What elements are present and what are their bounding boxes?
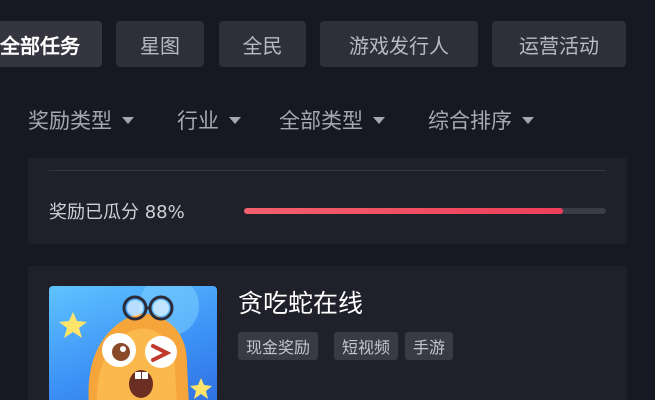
filter-sort[interactable]: 综合排序	[428, 104, 534, 136]
task-thumbnail[interactable]	[49, 286, 217, 400]
tab-star-map[interactable]: 星图	[116, 21, 204, 67]
reward-progress-fill	[244, 208, 563, 214]
tab-label: 星图	[140, 33, 180, 58]
tab-all-tasks[interactable]: 全部任务	[0, 21, 102, 67]
filter-label: 行业	[177, 109, 219, 133]
caret-down-icon	[122, 116, 134, 124]
tab-label: 全部任务	[0, 33, 80, 58]
reward-progress-text: 奖励已瓜分 88%	[49, 202, 185, 223]
filter-label: 奖励类型	[28, 109, 112, 133]
tag-short-video: 短视频	[334, 332, 399, 360]
tag-mobile-game: 手游	[405, 332, 454, 360]
filter-label: 全部类型	[279, 109, 363, 133]
caret-down-icon	[373, 116, 385, 124]
tab-operations-events[interactable]: 运营活动	[492, 21, 626, 67]
task-title[interactable]: 贪吃蛇在线	[238, 284, 363, 320]
caret-down-icon	[522, 116, 534, 124]
tab-everyone[interactable]: 全民	[219, 21, 306, 67]
reward-progress-bar	[244, 208, 606, 214]
filter-reward-type[interactable]: 奖励类型	[28, 104, 134, 136]
filter-industry[interactable]: 行业	[177, 104, 241, 136]
filter-label: 综合排序	[428, 109, 512, 133]
divider	[49, 170, 606, 171]
filter-all-types[interactable]: 全部类型	[279, 104, 385, 136]
tab-game-publisher[interactable]: 游戏发行人	[320, 21, 478, 67]
snake-character-icon	[59, 286, 212, 400]
caret-down-icon	[229, 116, 241, 124]
tag-cash-reward: 现金奖励	[238, 332, 319, 360]
task-card[interactable]: 贪吃蛇在线 现金奖励 短视频 手游	[28, 266, 627, 400]
reward-progress-card: 奖励已瓜分 88%	[28, 158, 627, 244]
task-category-tabs: 全部任务 星图 全民 游戏发行人 运营活动	[0, 21, 655, 67]
tab-label: 全民	[242, 33, 283, 58]
tab-label: 运营活动	[519, 33, 599, 58]
tab-label: 游戏发行人	[349, 33, 449, 58]
